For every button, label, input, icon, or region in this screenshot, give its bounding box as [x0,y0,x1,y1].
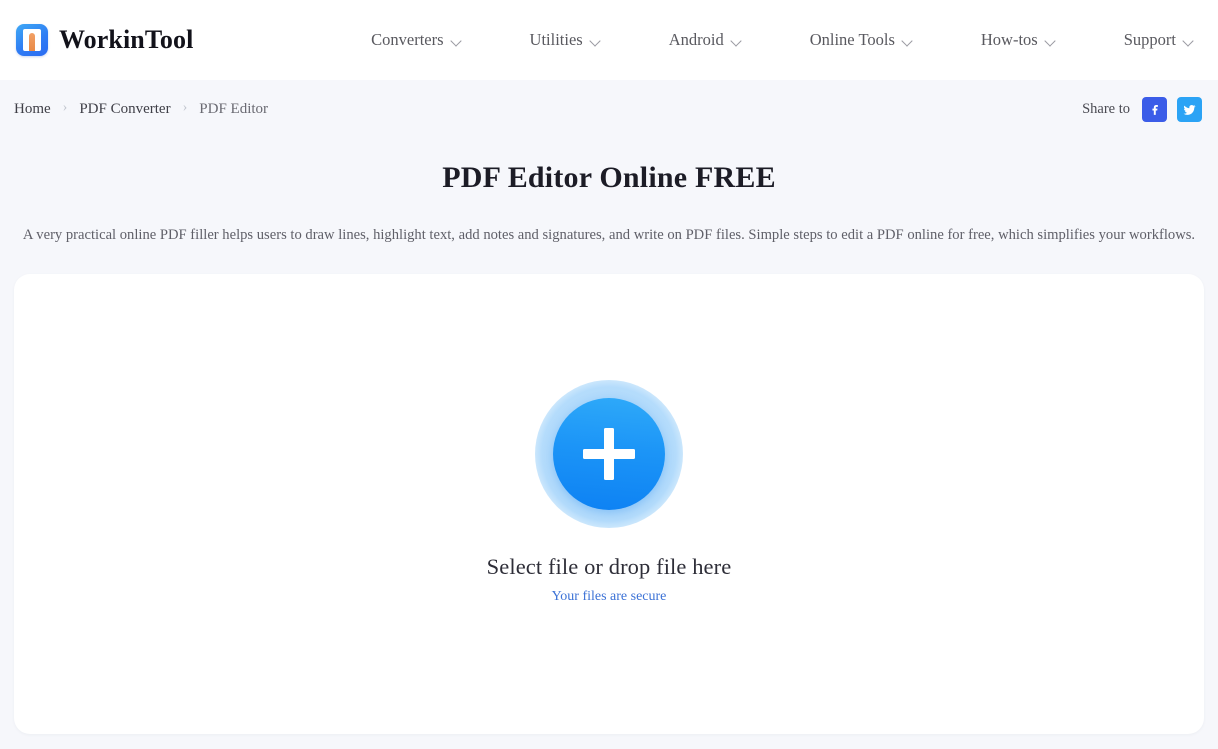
nav-item-label: Online Tools [809,30,895,49]
breadcrumb-separator-icon: › [182,100,188,115]
brand-name: WorkinTool [59,25,194,54]
breadcrumb: Home › PDF Converter › PDF Editor [14,101,268,118]
brand-logo[interactable]: WorkinTool [16,24,193,56]
nav-item-support[interactable]: Support [1090,30,1200,50]
chevron-down-icon [1184,37,1194,47]
dropzone-card-wrapper: Select file or drop file here Your files… [0,246,1218,735]
share-label: Share to [1082,100,1130,117]
page-description: A very practical online PDF filler helps… [22,227,1196,243]
plus-icon [583,428,635,480]
select-file-button[interactable] [535,380,683,529]
nav-item-converters[interactable]: Converters [337,30,495,50]
dropzone-content: Select file or drop file here Your files… [14,380,1204,605]
breadcrumb-bar: Home › PDF Converter › PDF Editor Share … [0,80,1218,138]
nav-item-how-tos[interactable]: How-tos [947,30,1090,50]
breadcrumb-separator-icon: › [62,100,68,115]
nav-item-online-tools[interactable]: Online Tools [776,30,947,50]
workintool-logo-icon [16,24,48,56]
nav-item-label: Support [1123,30,1176,49]
chevron-down-icon [732,37,742,47]
nav-item-label: Utilities [529,30,583,49]
nav-item-label: How-tos [980,30,1038,49]
share-twitter-button[interactable] [1177,96,1202,122]
nav-item-label: Converters [371,30,444,49]
chevron-down-icon [903,37,913,47]
dropzone-title: Select file or drop file here [486,554,732,580]
nav-item-android[interactable]: Android [635,30,776,50]
chevron-down-icon [452,37,462,47]
share-group: Share to [1082,96,1202,122]
main-nav: Converters Utilities Android Online Tool… [337,30,1200,50]
page-title: PDF Editor Online FREE [442,161,776,194]
breadcrumb-item-pdf-editor: PDF Editor [199,100,269,117]
nav-item-label: Android [668,30,724,49]
logo-bar-shape [29,33,35,51]
files-secure-link[interactable]: Your files are secure [552,589,667,605]
hero-section: PDF Editor Online FREE A very practical … [0,138,1218,246]
twitter-icon [1183,104,1196,115]
select-file-button-core [553,398,665,511]
facebook-icon [1151,105,1158,115]
share-facebook-button[interactable] [1142,96,1167,122]
breadcrumb-item-home[interactable]: Home [14,101,51,118]
chevron-down-icon [1046,37,1056,47]
nav-item-utilities[interactable]: Utilities [496,30,635,50]
file-dropzone[interactable]: Select file or drop file here Your files… [14,274,1204,735]
breadcrumb-item-pdf-converter[interactable]: PDF Converter [79,101,170,118]
chevron-down-icon [591,37,601,47]
site-header: WorkinTool Converters Utilities Android … [0,0,1218,80]
